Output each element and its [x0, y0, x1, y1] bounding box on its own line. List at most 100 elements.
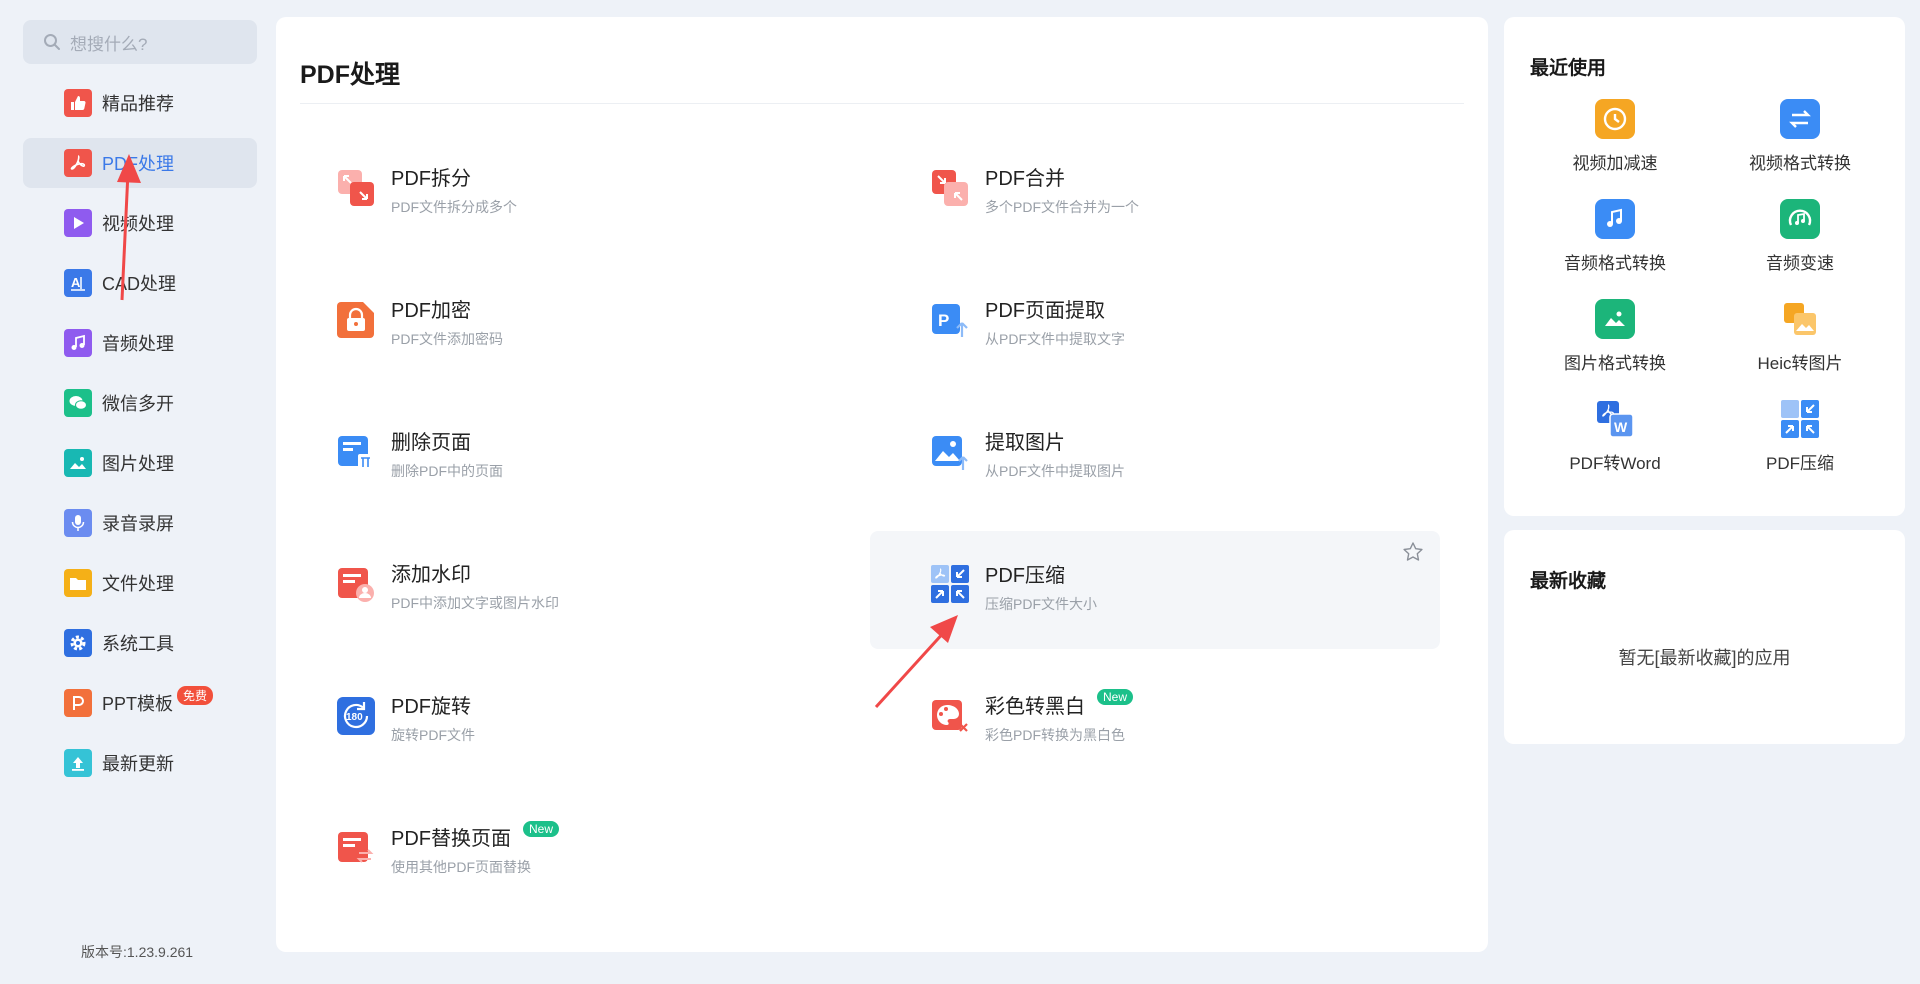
wechat-icon: [64, 389, 92, 417]
recent-label: Heic转图片: [1757, 354, 1843, 373]
sidebar-item-label: PDF处理: [102, 154, 174, 174]
play-icon: [64, 209, 92, 237]
sidebar-item-update[interactable]: 最新更新: [23, 738, 257, 788]
sidebar-item-label: 音频处理: [102, 334, 174, 354]
audio-speed-icon: [1780, 199, 1820, 239]
tool-pdf-rotate[interactable]: 180 PDF旋转 旋转PDF文件: [276, 655, 846, 773]
sidebar-item-label: 最新更新: [102, 754, 174, 774]
sidebar-item-label: PPT模板: [102, 694, 174, 714]
rotate-icon-text: 180: [346, 712, 363, 723]
tool-pdf-encrypt[interactable]: PDF加密 PDF文件添加密码: [276, 259, 846, 377]
sidebar-item-audio[interactable]: 音频处理: [23, 318, 257, 368]
svg-text:P: P: [938, 311, 949, 330]
recent-item-video-speed[interactable]: 视频加减速: [1530, 99, 1700, 199]
delete-page-icon: [338, 436, 373, 470]
tool-add-watermark[interactable]: 添加水印 PDF中添加文字或图片水印: [276, 523, 846, 641]
ppt-icon: [64, 689, 92, 717]
tool-color-to-bw[interactable]: 彩色转黑白 New 彩色PDF转换为黑白色: [870, 655, 1440, 773]
sidebar-item-video[interactable]: 视频处理: [23, 198, 257, 248]
merge-icon: [932, 170, 968, 206]
main-panel: PDF处理 PDF拆分 PDF文件拆分成多个 PDF合并 多个PDF文件合并为一…: [276, 17, 1488, 952]
sidebar-item-recommend[interactable]: 精品推荐: [23, 78, 257, 128]
tool-pdf-compress[interactable]: PDF压缩 压缩PDF文件大小: [870, 531, 1440, 649]
extract-page-icon: P: [932, 304, 968, 337]
recent-item-video-convert[interactable]: 视频格式转换: [1715, 99, 1885, 199]
sidebar-item-pdf[interactable]: PDF处理: [23, 138, 257, 188]
sidebar-nav: 精品推荐 PDF处理 视频处理 A CAD处理 音频处理 微信多开 图片处理 录…: [23, 78, 257, 798]
tool-pdf-split[interactable]: PDF拆分 PDF文件拆分成多个: [276, 127, 846, 245]
tool-desc: 从PDF文件中提取图片: [985, 463, 1125, 479]
recent-label: PDF转Word: [1569, 454, 1661, 473]
sidebar-item-label: 系统工具: [102, 634, 174, 654]
extract-image-icon: [932, 436, 968, 470]
tool-pdf-merge[interactable]: PDF合并 多个PDF文件合并为一个: [870, 127, 1440, 245]
sidebar-item-cad[interactable]: A CAD处理: [23, 258, 257, 308]
tool-desc: PDF中添加文字或图片水印: [391, 595, 559, 611]
split-icon: [338, 170, 374, 206]
recent-item-pdf-compress[interactable]: PDF压缩: [1715, 399, 1885, 499]
sidebar-item-label: 视频处理: [102, 214, 174, 234]
recent-item-audio-convert[interactable]: 音频格式转换: [1530, 199, 1700, 299]
heic-icon: [1780, 299, 1820, 339]
sidebar-item-system[interactable]: 系统工具: [23, 618, 257, 668]
free-badge: 免费: [177, 685, 214, 705]
recent-item-audio-speed[interactable]: 音频变速: [1715, 199, 1885, 299]
tool-name: PDF拆分: [391, 168, 471, 190]
sidebar-item-label: 录音录屏: [102, 514, 174, 534]
favorites-title: 最新收藏: [1530, 571, 1607, 592]
watermark-icon: [338, 568, 374, 602]
tool-name: 彩色转黑白 New: [985, 688, 1134, 719]
lock-icon: [337, 302, 374, 338]
tool-extract-image[interactable]: 提取图片 从PDF文件中提取图片: [870, 391, 1440, 509]
title-divider: [300, 103, 1464, 104]
svg-text:A: A: [71, 275, 81, 290]
tool-desc: 删除PDF中的页面: [391, 463, 503, 479]
sidebar-item-label: 精品推荐: [102, 94, 174, 114]
tool-pdf-extract-page[interactable]: P PDF页面提取 从PDF文件中提取文字: [870, 259, 1440, 377]
new-badge: New: [1097, 688, 1134, 705]
recent-label: 视频格式转换: [1749, 154, 1851, 173]
tool-name: PDF替换页面 New: [391, 820, 560, 851]
favorites-panel: 最新收藏 暂无[最新收藏]的应用: [1504, 530, 1905, 744]
tool-name: 添加水印: [391, 564, 471, 586]
tool-name-text: PDF替换页面: [391, 828, 511, 850]
tool-desc: 多个PDF文件合并为一个: [985, 199, 1139, 215]
tool-name: PDF页面提取: [985, 300, 1105, 322]
palette-icon: [932, 700, 968, 732]
sidebar-item-wechat[interactable]: 微信多开: [23, 378, 257, 428]
tool-name: PDF加密: [391, 300, 471, 322]
audio-convert-icon: [1595, 199, 1635, 239]
recent-panel: 最近使用 视频加减速 视频格式转换 音频格式转换 音频变速 图片格式转换 Hei…: [1504, 17, 1905, 516]
sidebar: 想搜什么? 精品推荐 PDF处理 视频处理 A CAD处理 音频处理 微信多开 …: [0, 0, 274, 984]
tool-desc: PDF文件拆分成多个: [391, 199, 517, 215]
tool-name: 提取图片: [985, 432, 1065, 454]
star-icon[interactable]: [1402, 541, 1424, 563]
image-convert-icon: [1595, 299, 1635, 339]
sidebar-item-file[interactable]: 文件处理: [23, 558, 257, 608]
recent-title: 最近使用: [1530, 58, 1607, 79]
search-input[interactable]: 想搜什么?: [23, 20, 257, 64]
sidebar-item-label: 文件处理: [102, 574, 174, 594]
tool-name: PDF压缩: [985, 565, 1065, 587]
recent-item-pdf-to-word[interactable]: W PDF转Word: [1530, 399, 1700, 499]
tool-desc: 旋转PDF文件: [391, 727, 475, 743]
sidebar-item-label: 微信多开: [102, 394, 174, 414]
pdf-word-icon: W: [1595, 399, 1635, 439]
rotate-icon: 180: [337, 697, 375, 735]
tool-delete-page[interactable]: 删除页面 删除PDF中的页面: [276, 391, 846, 509]
tool-name-text: 彩色转黑白: [985, 696, 1085, 718]
recent-item-heic[interactable]: Heic转图片: [1715, 299, 1885, 399]
thumbs-up-icon: [64, 89, 92, 117]
recent-item-image-convert[interactable]: 图片格式转换: [1530, 299, 1700, 399]
recent-label: PDF压缩: [1766, 454, 1834, 473]
video-speed-icon: [1595, 99, 1635, 139]
tool-name: 删除页面: [391, 432, 471, 454]
search-placeholder: 想搜什么?: [70, 34, 148, 54]
sidebar-item-image[interactable]: 图片处理: [23, 438, 257, 488]
search-icon: [44, 34, 60, 50]
sidebar-item-ppt[interactable]: PPT模板 免费: [23, 678, 257, 728]
sidebar-item-record[interactable]: 录音录屏: [23, 498, 257, 548]
tool-desc: 从PDF文件中提取文字: [985, 331, 1125, 347]
tool-pdf-replace-page[interactable]: PDF替换页面 New 使用其他PDF页面替换: [276, 787, 846, 905]
replace-page-icon: [338, 832, 374, 863]
